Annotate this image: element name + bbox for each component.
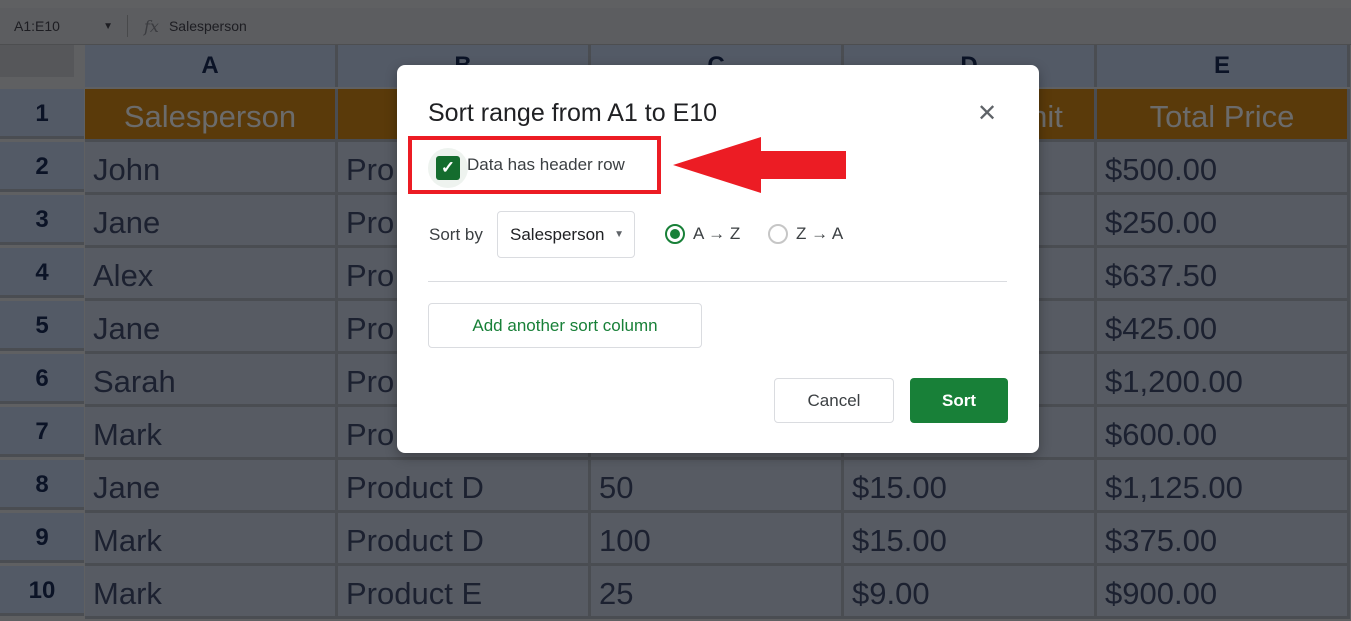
function-icon: fx xyxy=(144,16,159,36)
row-header-7[interactable]: 7 xyxy=(0,407,84,457)
row-header-3[interactable]: 3 xyxy=(0,195,84,245)
table-cell[interactable]: Mark xyxy=(85,407,338,460)
table-cell[interactable]: $637.50 xyxy=(1097,248,1350,301)
table-cell[interactable]: $15.00 xyxy=(844,460,1097,513)
table-cell[interactable]: Product E xyxy=(338,566,591,619)
row-header-8[interactable]: 8 xyxy=(0,460,84,510)
table-cell[interactable]: $1,125.00 xyxy=(1097,460,1350,513)
table-cell[interactable]: Mark xyxy=(85,513,338,566)
table-cell[interactable]: $900.00 xyxy=(1097,566,1350,619)
column-header-A[interactable]: A xyxy=(85,45,338,87)
formula-bar: A1:E10 ▼ fx Salesperson xyxy=(0,8,1351,45)
table-cell[interactable]: $15.00 xyxy=(844,513,1097,566)
a-to-z-label: A → Z xyxy=(693,224,741,243)
dialog-title: Sort range from A1 to E10 xyxy=(428,99,718,127)
cancel-button[interactable]: Cancel xyxy=(774,378,894,423)
formula-input[interactable]: Salesperson xyxy=(169,18,247,34)
table-cell[interactable]: John xyxy=(85,142,338,195)
table-cell[interactable]: $425.00 xyxy=(1097,301,1350,354)
row-header-1[interactable]: 1 xyxy=(0,89,84,139)
table-cell[interactable]: Sarah xyxy=(85,354,338,407)
row-header-4[interactable]: 4 xyxy=(0,248,84,298)
divider xyxy=(428,281,1007,282)
highlight-box: ✓ Data has header row xyxy=(408,136,661,194)
sort-button[interactable]: Sort xyxy=(910,378,1008,423)
table-cell[interactable]: Jane xyxy=(85,195,338,248)
table-cell[interactable]: Jane xyxy=(85,301,338,354)
radio-a-to-z[interactable] xyxy=(665,224,685,244)
table-cell[interactable]: 50 xyxy=(591,460,844,513)
table-cell[interactable]: $375.00 xyxy=(1097,513,1350,566)
table-cell[interactable]: $500.00 xyxy=(1097,142,1350,195)
header-cell[interactable]: Salesperson xyxy=(85,89,338,142)
sort-range-dialog: Sort range from A1 to E10 ✕ ✓ Data has h… xyxy=(397,65,1039,453)
header-row-label: Data has header row xyxy=(467,155,625,174)
table-cell[interactable]: $250.00 xyxy=(1097,195,1350,248)
row-header-6[interactable]: 6 xyxy=(0,354,84,404)
sort-by-dropdown[interactable]: Salesperson ▼ xyxy=(497,211,635,258)
select-all-corner[interactable] xyxy=(0,45,74,77)
z-to-a-label: Z → A xyxy=(796,224,844,243)
sort-by-value: Salesperson xyxy=(510,225,605,244)
table-cell[interactable]: Alex xyxy=(85,248,338,301)
chevron-down-icon[interactable]: ▼ xyxy=(103,21,113,32)
table-cell[interactable]: Product D xyxy=(338,460,591,513)
row-header-2[interactable]: 2 xyxy=(0,142,84,192)
row-header-9[interactable]: 9 xyxy=(0,513,84,563)
row-header-10[interactable]: 10 xyxy=(0,566,84,616)
add-sort-column-button[interactable]: Add another sort column xyxy=(428,303,702,348)
table-cell[interactable]: $9.00 xyxy=(844,566,1097,619)
sort-by-label: Sort by xyxy=(429,225,483,244)
table-cell[interactable]: Jane xyxy=(85,460,338,513)
table-cell[interactable]: $1,200.00 xyxy=(1097,354,1350,407)
table-cell[interactable]: 25 xyxy=(591,566,844,619)
table-cell[interactable]: $600.00 xyxy=(1097,407,1350,460)
caret-down-icon: ▼ xyxy=(614,229,624,240)
radio-z-to-a[interactable] xyxy=(768,224,788,244)
name-box[interactable]: A1:E10 ▼ xyxy=(0,15,128,37)
table-cell[interactable]: Mark xyxy=(85,566,338,619)
close-icon[interactable]: ✕ xyxy=(977,99,997,128)
table-cell[interactable]: Product D xyxy=(338,513,591,566)
header-cell[interactable]: Total Price xyxy=(1097,89,1350,142)
column-header-E[interactable]: E xyxy=(1097,45,1350,87)
table-cell[interactable]: 100 xyxy=(591,513,844,566)
checkmark-icon: ✓ xyxy=(436,156,460,180)
name-box-value: A1:E10 xyxy=(14,18,60,34)
left-arrow-icon xyxy=(673,137,846,193)
header-row-checkbox[interactable]: ✓ xyxy=(428,148,468,188)
row-header-5[interactable]: 5 xyxy=(0,301,84,351)
